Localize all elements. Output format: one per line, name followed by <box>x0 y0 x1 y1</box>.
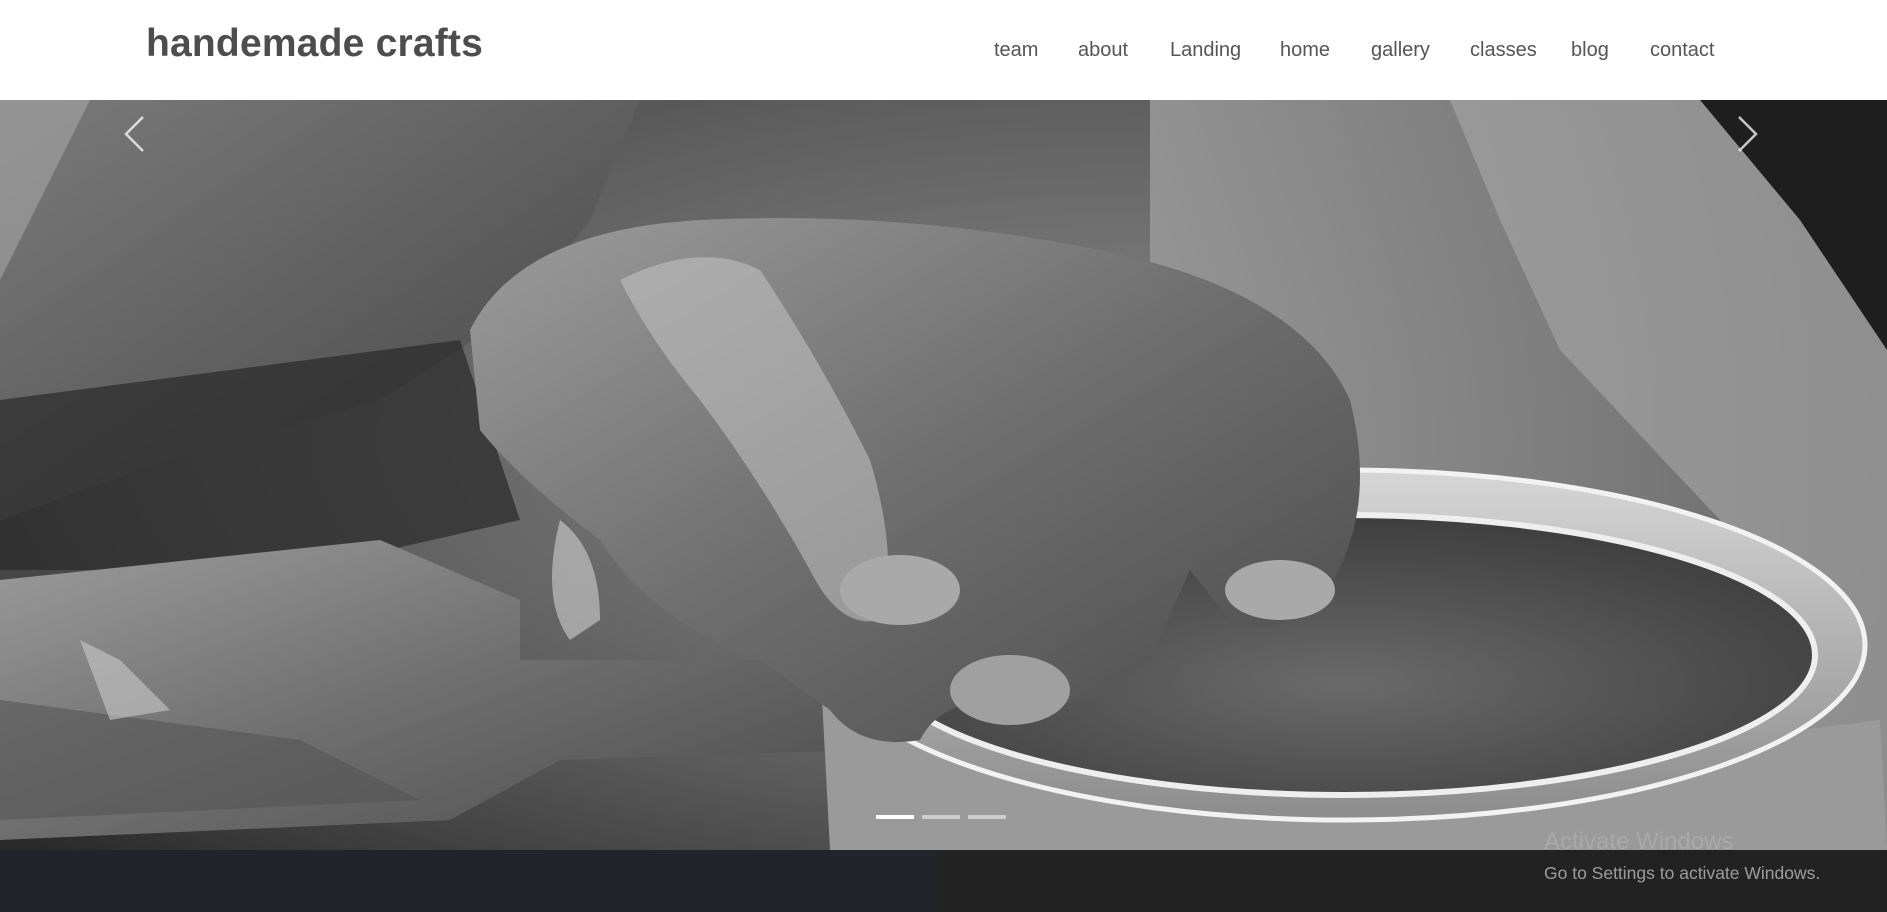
navbar: handemade crafts team about Landing home… <box>0 0 1887 100</box>
carousel-indicators <box>876 815 1006 821</box>
nav-link-contact[interactable]: contact <box>1650 39 1714 62</box>
carousel-indicator-2[interactable] <box>922 815 960 819</box>
activate-windows-title: Activate Windows <box>1544 828 1734 855</box>
carousel-indicator-3[interactable] <box>968 815 1006 819</box>
nav-link-gallery[interactable]: gallery <box>1371 39 1430 62</box>
pottery-hands-image <box>0 100 1887 850</box>
footer-panel-left <box>0 850 942 912</box>
activate-windows-subtitle: Go to Settings to activate Windows. <box>1544 863 1821 883</box>
nav-link-landing[interactable]: Landing <box>1170 39 1241 62</box>
nav-link-blog[interactable]: blog <box>1571 39 1609 62</box>
nav-link-team[interactable]: team <box>994 39 1038 62</box>
nav-link-classes[interactable]: classes <box>1470 39 1537 62</box>
hero-carousel <box>0 100 1887 850</box>
carousel-indicator-1[interactable] <box>876 815 914 819</box>
carousel-prev-icon[interactable] <box>116 114 156 154</box>
main-nav: team about Landing home gallery classes … <box>0 0 1887 100</box>
carousel-next-icon[interactable] <box>1726 114 1766 154</box>
nav-link-about[interactable]: about <box>1078 39 1128 62</box>
nav-link-home[interactable]: home <box>1280 39 1330 62</box>
